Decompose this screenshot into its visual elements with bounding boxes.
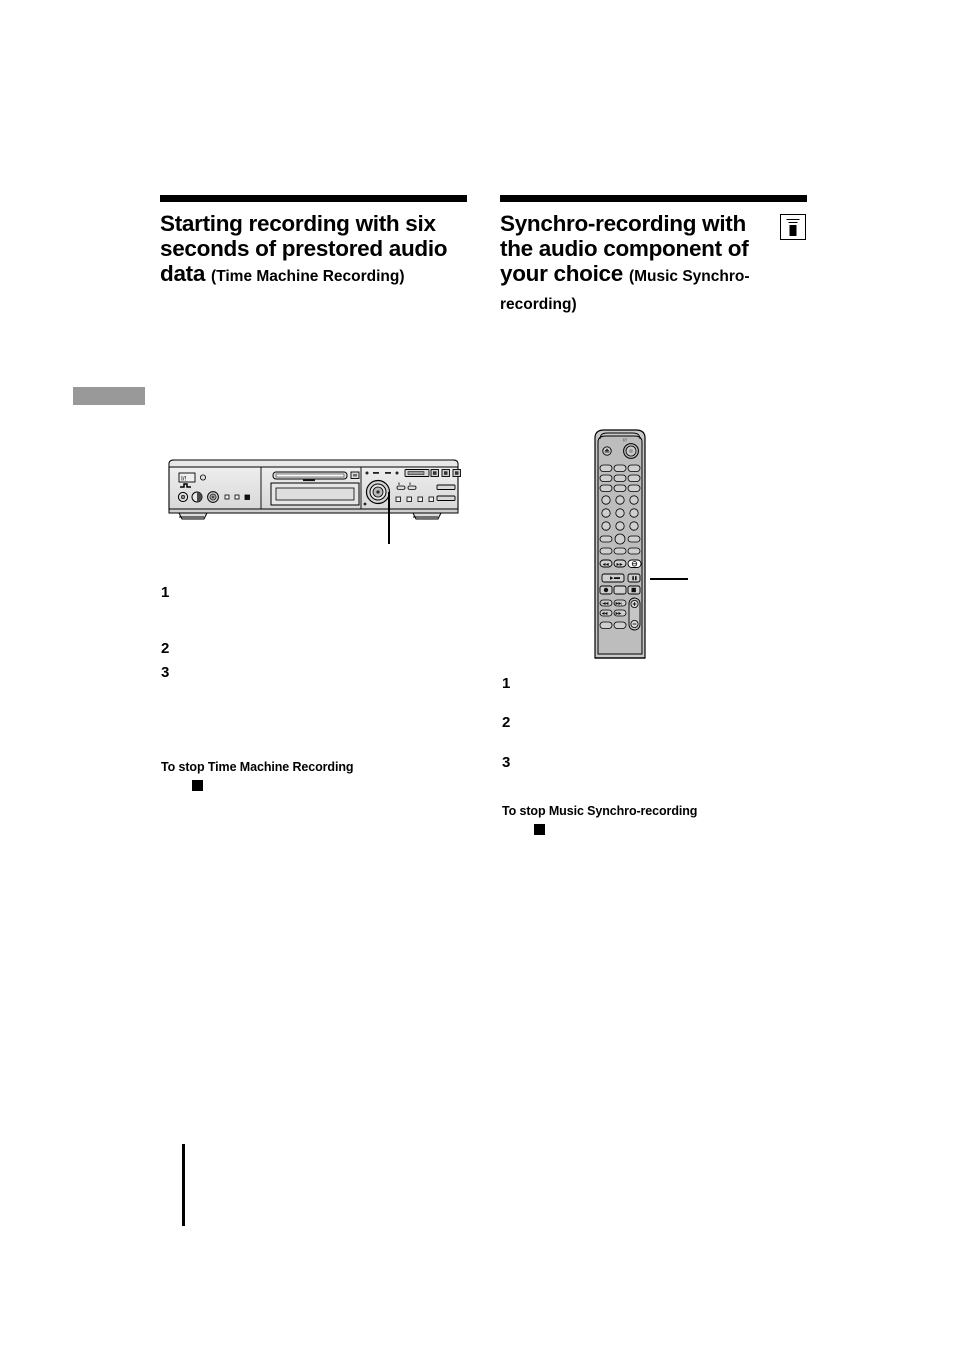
page-bottom-vertical-rule <box>182 1144 185 1226</box>
remote-icon-wave-2 <box>788 221 798 224</box>
left-stop-heading: To stop Time Machine Recording <box>161 760 354 774</box>
svg-text:◀◀: ◀◀ <box>603 561 610 566</box>
remote-icon-wave-1 <box>786 218 800 221</box>
right-step-2-number: 2 <box>502 714 511 731</box>
jog-dial-callout-line <box>388 492 390 544</box>
manual-page: Starting recording with six seconds of p… <box>0 0 954 1351</box>
left-column-heading: Starting recording with six seconds of p… <box>160 211 472 289</box>
right-step-1-number: 1 <box>502 675 511 692</box>
left-step-1-number: 1 <box>161 584 170 601</box>
right-stop-square-icon <box>534 824 545 835</box>
svg-text:▶▶: ▶▶ <box>617 561 624 566</box>
left-step-3-number: 3 <box>161 664 170 681</box>
left-heading-sub: (Time Machine Recording) <box>211 268 405 285</box>
remote-control-icon <box>780 214 806 240</box>
remote-commander-illustration: I/ǃ ◀◀ ▶▶ |◀◀ ▶▶| ◀◀ ▶▶ <box>590 428 650 660</box>
svg-text:▶▶|: ▶▶| <box>616 602 623 606</box>
left-step-2-number: 2 <box>161 640 170 657</box>
right-column-heading-rule <box>500 195 807 202</box>
svg-text:|◀◀: |◀◀ <box>602 602 610 606</box>
left-stop-square-icon <box>192 780 203 791</box>
left-column-heading-rule <box>160 195 467 202</box>
md-deck-illustration: I/ǃ <box>165 459 461 525</box>
remote-icon-body <box>789 225 797 236</box>
chapter-tab-marker <box>73 387 145 405</box>
svg-text:I/ǃ: I/ǃ <box>181 476 187 483</box>
svg-text:I/ǃ: I/ǃ <box>623 438 627 443</box>
right-stop-heading: To stop Music Synchro-recording <box>502 804 698 818</box>
right-step-3-number: 3 <box>502 754 511 771</box>
music-sync-button-callout-line <box>650 578 688 580</box>
right-column-heading: Synchro-recording with the audio compone… <box>500 211 776 317</box>
